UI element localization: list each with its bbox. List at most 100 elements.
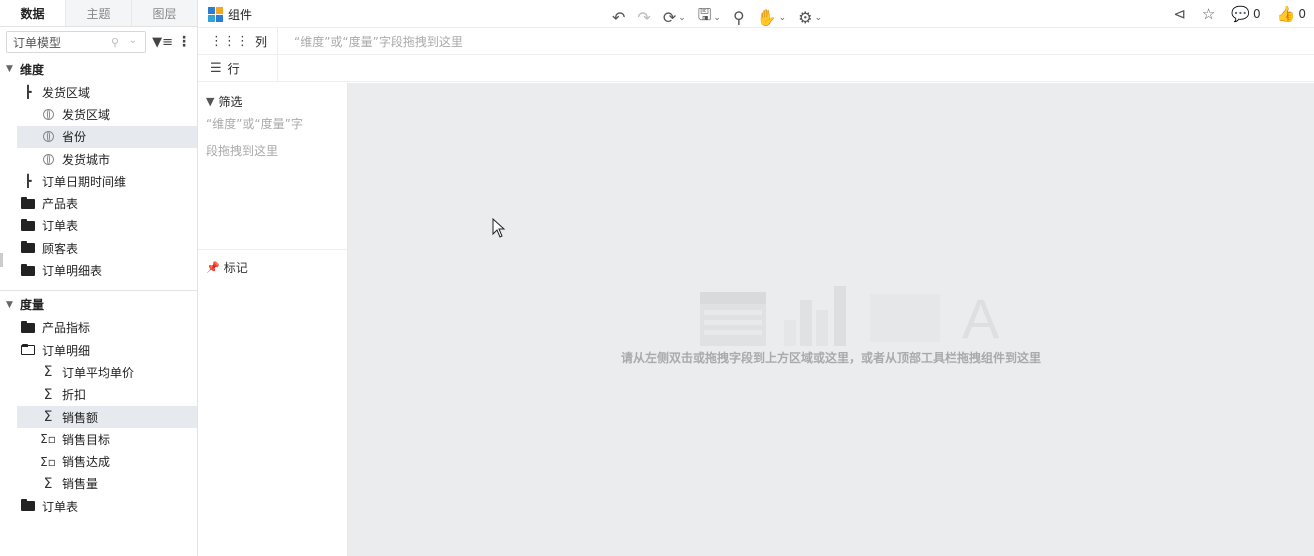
tree-item-label: 订单表 <box>42 499 79 514</box>
chevron-down-icon[interactable]: ⌄ <box>129 35 137 46</box>
folder-icon <box>20 320 36 333</box>
mark-section[interactable]: 📌 标记 <box>206 259 248 276</box>
tree-item-label: 销售目标 <box>62 432 111 447</box>
app-window: 数据 主题 图层 订单模型 ⚲ ⌄ ▼≡ ⋮ ▼ 维度 ┣ 发货区域 发货区域 省份发… <box>0 0 1314 556</box>
panel-divider <box>198 249 348 250</box>
dimensions-title: 维度 <box>20 62 45 77</box>
hierarchy-icon: ┣ <box>24 85 32 100</box>
like-count: 0 <box>1298 7 1306 21</box>
row-shelf[interactable]: ☰ 行 <box>198 55 1314 82</box>
tree-item[interactable]: Σ 销售量 <box>0 473 197 495</box>
column-label: 列 <box>255 34 268 49</box>
toolbar-actions: ↶ ↷ ⟳ ⌄ 🖫 ⌄ ⚲ ✋ ⌄ ⚙ ⌄ <box>612 4 834 31</box>
dimensions-header[interactable]: ▼ 维度 <box>0 57 197 81</box>
tree-item[interactable]: 订单明细 <box>0 339 197 361</box>
folder-icon <box>20 241 36 254</box>
tree-item-label: 发货区域 <box>42 85 91 100</box>
filter-hint-line1: “维度”或“度量”字 <box>206 117 303 131</box>
tree-item-label: 省份 <box>62 130 87 145</box>
comment-count: 0 <box>1253 7 1261 21</box>
save-icon[interactable]: 🖫 ⌄ <box>698 4 721 31</box>
tree-item[interactable]: Σ 订单平均单价 <box>0 361 197 383</box>
tree-item[interactable]: 产品表 <box>0 192 197 214</box>
tree-item-label: 订单明细 <box>42 343 91 358</box>
model-tools: 订单模型 ⚲ ⌄ ▼≡ ⋮ <box>0 27 197 57</box>
measures-header[interactable]: ▼ 度量 <box>0 293 197 317</box>
more-icon[interactable]: ⋮ <box>177 34 191 50</box>
filter-list-icon[interactable]: ▼≡ <box>152 35 173 50</box>
refresh-icon[interactable]: ⟳ ⌄ <box>663 8 686 27</box>
tree-item[interactable]: 订单表 <box>0 495 197 517</box>
section-divider <box>0 289 197 291</box>
mark-title: 📌 标记 <box>206 259 248 276</box>
caret-down-icon[interactable]: ▼ <box>6 64 20 74</box>
tree-item[interactable]: 订单表 <box>0 215 197 237</box>
dimensions-section: ▼ 维度 ┣ 发货区域 发货区域 省份 发货城市 ┣ 订单日期时间维 产品表 订单表 顾客表 订单明… <box>0 57 197 282</box>
measures-title: 度量 <box>20 298 45 313</box>
panel-resize-handle[interactable] <box>0 253 3 267</box>
filter-icon: ▼ <box>206 95 215 108</box>
filter-title: ▼ 筛选 <box>206 93 339 110</box>
tab-data[interactable]: 数据 <box>0 0 65 26</box>
tree-item[interactable]: Σ▫ 销售目标 <box>0 428 197 450</box>
tree-item[interactable]: 发货区域 <box>0 103 197 125</box>
tree-item[interactable]: ┣ 发货区域 <box>0 81 197 103</box>
model-select[interactable]: 订单模型 ⚲ ⌄ <box>6 31 147 53</box>
tree-item-label: 销售额 <box>62 410 99 425</box>
column-shelf[interactable]: ⋮⋮⋮ 列 “维度”或“度量”字段拖拽到这里 <box>198 28 1314 55</box>
empty-canvas-illustration: A <box>700 286 1000 346</box>
share-icon[interactable]: ⊲ <box>1173 5 1186 23</box>
canvas-hint: 请从左侧双击或拖拽字段到上方区域或这里，或者从顶部工具栏拖拽组件到这里 <box>620 351 1041 365</box>
row-shelf-label: ☰ 行 <box>198 55 278 81</box>
interaction-hand-icon[interactable]: ✋ ⌄ <box>757 8 786 27</box>
tree-item-label: 发货区域 <box>62 107 111 122</box>
pin-icon: 📌 <box>206 261 220 274</box>
filter-mark-panel: ▼ 筛选 “维度”或“度量”字 段拖拽到这里 📌 标记 <box>198 83 348 556</box>
component-label: 组件 <box>228 8 253 22</box>
tree-item[interactable]: Σ▫ 销售达成 <box>0 450 197 472</box>
tree-item[interactable]: Σ 销售额 <box>17 405 197 429</box>
preview-icon[interactable]: ⚲ <box>733 8 745 27</box>
component-button[interactable]: 组件 <box>208 6 252 23</box>
hierarchy-icon: ┣ <box>24 174 32 189</box>
tree-item[interactable]: 产品指标 <box>0 317 197 339</box>
like-button[interactable]: 👍 0 <box>1277 5 1306 23</box>
tree-item[interactable]: ┣ 订单日期时间维 <box>0 170 197 192</box>
caret-down-icon[interactable]: ▼ <box>6 300 20 310</box>
tab-theme[interactable]: 主题 <box>65 0 131 26</box>
tab-layers[interactable]: 图层 <box>131 0 197 26</box>
search-icon[interactable]: ⚲ <box>111 36 119 49</box>
tree-item-label: 折扣 <box>62 388 87 403</box>
tree-item-label: 发货城市 <box>62 152 111 167</box>
folder-icon <box>20 263 36 276</box>
dimensions-list: ┣ 发货区域 发货区域 省份 发货城市 ┣ 订单日期时间维 产品表 订单表 顾客表 订单明细表 <box>0 81 197 282</box>
redo-icon[interactable]: ↷ <box>637 8 650 27</box>
tree-item[interactable]: Σ 折扣 <box>0 384 197 406</box>
filter-section[interactable]: ▼ 筛选 “维度”或“度量”字 段拖拽到这里 <box>198 83 347 175</box>
row-label: 行 <box>227 61 240 76</box>
folder-open-icon <box>20 344 36 356</box>
filter-label: 筛选 <box>218 95 243 109</box>
folder-icon <box>20 499 36 512</box>
measures-section: ▼ 度量 产品指标 订单明细 Σ 订单平均单价 Σ 折扣 Σ 销售额 Σ▫ 销售目标 Σ▫ 销售达成 Σ… <box>0 293 197 518</box>
globe-icon <box>40 131 56 143</box>
design-canvas[interactable]: A 请从左侧双击或拖拽字段到上方区域或这里，或者从顶部工具栏拖拽组件到这里 <box>348 83 1314 556</box>
sigma-icon: Σ <box>43 409 53 425</box>
comment-icon: 💬 <box>1231 5 1251 23</box>
undo-icon[interactable]: ↶ <box>612 8 625 27</box>
calculated-measure-icon: Σ▫ <box>40 432 56 447</box>
component-grid-icon <box>208 6 224 23</box>
folder-icon <box>20 196 36 209</box>
tree-item-label: 顾客表 <box>42 241 79 256</box>
left-tabs: 数据 主题 图层 <box>0 0 197 27</box>
tree-item[interactable]: 省份 <box>17 125 197 148</box>
comment-button[interactable]: 💬 0 <box>1231 5 1260 23</box>
tree-item[interactable]: 订单明细表 <box>0 259 197 281</box>
tree-item-label: 订单表 <box>42 219 79 234</box>
star-icon[interactable]: ☆ <box>1202 5 1215 23</box>
settings-gear-icon[interactable]: ⚙ ⌄ <box>798 8 822 27</box>
tree-item-label: 产品指标 <box>42 321 91 336</box>
tree-item[interactable]: 发货城市 <box>0 148 197 170</box>
tree-item[interactable]: 顾客表 <box>0 237 197 259</box>
tree-item-label: 销售量 <box>62 477 99 492</box>
